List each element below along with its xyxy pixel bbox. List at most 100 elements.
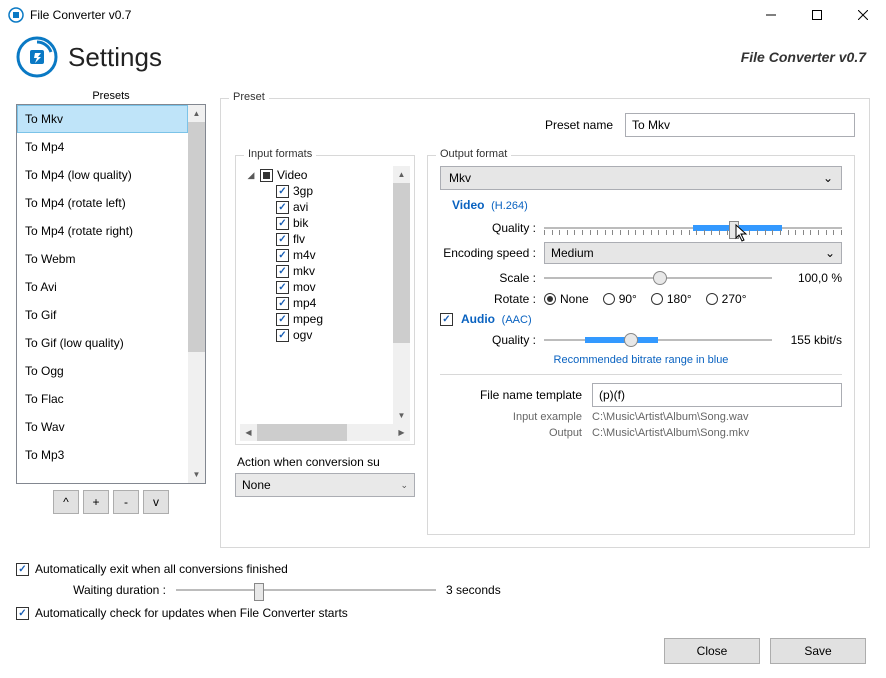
output-format-select[interactable]: Mkv ⌄ bbox=[440, 166, 842, 190]
auto-exit-checkbox[interactable] bbox=[16, 563, 29, 576]
radio-icon bbox=[706, 293, 718, 305]
video-checkbox[interactable] bbox=[260, 169, 273, 182]
waiting-duration-label: Waiting duration : bbox=[56, 583, 166, 597]
preset-item[interactable]: To Mkv bbox=[17, 105, 188, 133]
preset-item[interactable]: To Wav bbox=[17, 413, 188, 441]
preset-name-input[interactable] bbox=[625, 113, 855, 137]
close-button[interactable] bbox=[840, 0, 886, 30]
rotate-option[interactable]: 90° bbox=[603, 292, 637, 306]
rotate-option[interactable]: None bbox=[544, 292, 589, 306]
tree-scrollbar-v[interactable]: ▲ ▼ bbox=[393, 166, 410, 424]
preset-item[interactable]: To Avi bbox=[17, 273, 188, 301]
output-example-label: Output bbox=[440, 427, 582, 439]
action-label: Action when conversion su bbox=[237, 455, 415, 469]
save-button[interactable]: Save bbox=[770, 638, 866, 664]
scroll-thumb[interactable] bbox=[257, 424, 347, 441]
chevron-down-icon: ⌄ bbox=[825, 246, 835, 260]
move-up-button[interactable]: ^ bbox=[53, 490, 79, 514]
audio-quality-value: 155 kbit/s bbox=[780, 333, 842, 347]
preset-list[interactable]: To MkvTo Mp4To Mp4 (low quality)To Mp4 (… bbox=[17, 105, 188, 483]
format-item[interactable]: bik bbox=[246, 216, 393, 230]
preset-item[interactable]: To Mp4 bbox=[17, 133, 188, 161]
format-item[interactable]: mkv bbox=[246, 264, 393, 278]
scroll-down-icon[interactable]: ▼ bbox=[393, 407, 410, 424]
preset-name-label: Preset name bbox=[235, 118, 625, 132]
preset-group-label: Preset bbox=[229, 91, 269, 103]
preset-item[interactable]: To Ogg bbox=[17, 357, 188, 385]
format-checkbox[interactable] bbox=[276, 201, 289, 214]
radio-icon bbox=[544, 293, 556, 305]
preset-item[interactable]: To Mp4 (low quality) bbox=[17, 161, 188, 189]
format-checkbox[interactable] bbox=[276, 265, 289, 278]
maximize-button[interactable] bbox=[794, 0, 840, 30]
scale-slider[interactable] bbox=[544, 268, 772, 288]
auto-exit-label: Automatically exit when all conversions … bbox=[35, 562, 288, 576]
encoding-speed-select[interactable]: Medium ⌄ bbox=[544, 242, 842, 264]
scroll-up-icon[interactable]: ▲ bbox=[188, 105, 205, 122]
tree-root-video[interactable]: ◢ Video bbox=[246, 168, 393, 182]
rotate-label: Rotate : bbox=[440, 292, 536, 306]
format-checkbox[interactable] bbox=[276, 249, 289, 262]
format-checkbox[interactable] bbox=[276, 217, 289, 230]
scroll-left-icon[interactable]: ◀ bbox=[240, 424, 257, 441]
format-item[interactable]: avi bbox=[246, 200, 393, 214]
radio-icon bbox=[651, 293, 663, 305]
add-preset-button[interactable]: + bbox=[83, 490, 109, 514]
close-button[interactable]: Close bbox=[664, 638, 760, 664]
preset-item[interactable]: To Gif (low quality) bbox=[17, 329, 188, 357]
chevron-down-icon: ⌄ bbox=[400, 480, 408, 491]
audio-quality-slider[interactable] bbox=[544, 330, 772, 350]
scale-label: Scale : bbox=[440, 271, 536, 285]
audio-enabled-checkbox[interactable] bbox=[440, 313, 453, 326]
format-item[interactable]: ogv bbox=[246, 328, 393, 342]
format-checkbox[interactable] bbox=[276, 185, 289, 198]
preset-scrollbar[interactable]: ▲ ▼ bbox=[188, 105, 205, 483]
minimize-button[interactable] bbox=[748, 0, 794, 30]
scale-value: 100,0 % bbox=[780, 271, 842, 285]
format-item[interactable]: flv bbox=[246, 232, 393, 246]
preset-item[interactable]: To Gif bbox=[17, 301, 188, 329]
move-down-button[interactable]: v bbox=[143, 490, 169, 514]
scroll-thumb[interactable] bbox=[393, 183, 410, 343]
format-item[interactable]: 3gp bbox=[246, 184, 393, 198]
audio-quality-label: Quality : bbox=[440, 333, 536, 347]
audio-section-header: Audio (AAC) bbox=[461, 312, 532, 326]
preset-item[interactable]: To Mp4 (rotate right) bbox=[17, 217, 188, 245]
format-checkbox[interactable] bbox=[276, 329, 289, 342]
app-logo-icon bbox=[16, 36, 58, 78]
input-example-value: C:\Music\Artist\Album\Song.wav bbox=[592, 411, 749, 423]
video-quality-label: Quality : bbox=[440, 221, 536, 235]
format-checkbox[interactable] bbox=[276, 281, 289, 294]
format-item[interactable]: mpeg bbox=[246, 312, 393, 326]
scroll-up-icon[interactable]: ▲ bbox=[393, 166, 410, 183]
scroll-thumb[interactable] bbox=[188, 122, 205, 352]
app-icon bbox=[8, 7, 24, 23]
titlebar: File Converter v0.7 bbox=[0, 0, 886, 30]
preset-item[interactable]: To Flac bbox=[17, 385, 188, 413]
page-header: Settings File Converter v0.7 bbox=[0, 30, 886, 90]
format-checkbox[interactable] bbox=[276, 297, 289, 310]
format-item[interactable]: mp4 bbox=[246, 296, 393, 310]
format-item[interactable]: mov bbox=[246, 280, 393, 294]
preset-item[interactable]: To Webm bbox=[17, 245, 188, 273]
auto-update-checkbox[interactable] bbox=[16, 607, 29, 620]
auto-update-label: Automatically check for updates when Fil… bbox=[35, 606, 348, 620]
rotate-option[interactable]: 180° bbox=[651, 292, 692, 306]
preset-item[interactable]: To Mp4 (rotate left) bbox=[17, 189, 188, 217]
tree-scrollbar-h[interactable]: ◀ ▶ bbox=[240, 424, 410, 441]
output-example-value: C:\Music\Artist\Album\Song.mkv bbox=[592, 427, 749, 439]
scroll-down-icon[interactable]: ▼ bbox=[188, 466, 205, 483]
rotate-option[interactable]: 270° bbox=[706, 292, 747, 306]
collapse-icon[interactable]: ◢ bbox=[246, 170, 256, 181]
remove-preset-button[interactable]: - bbox=[113, 490, 139, 514]
format-item[interactable]: m4v bbox=[246, 248, 393, 262]
action-select[interactable]: None ⌄ bbox=[235, 473, 415, 497]
window-title: File Converter v0.7 bbox=[30, 8, 748, 22]
video-quality-slider[interactable] bbox=[544, 218, 842, 238]
format-checkbox[interactable] bbox=[276, 233, 289, 246]
scroll-right-icon[interactable]: ▶ bbox=[393, 424, 410, 441]
waiting-duration-slider[interactable] bbox=[176, 580, 436, 600]
preset-item[interactable]: To Mp3 bbox=[17, 441, 188, 469]
format-checkbox[interactable] bbox=[276, 313, 289, 326]
filename-template-input[interactable] bbox=[592, 383, 842, 407]
